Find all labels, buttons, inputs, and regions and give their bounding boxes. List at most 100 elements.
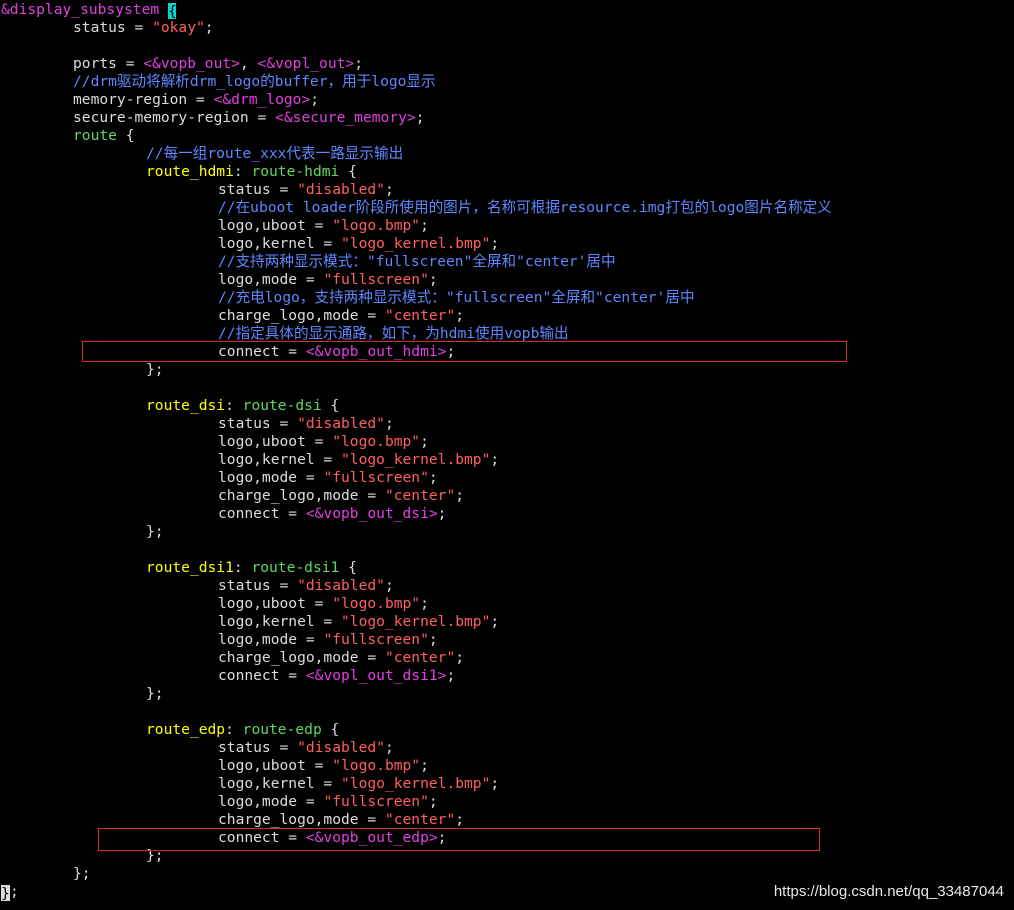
code-line: logo,kernel = "logo_kernel.bmp";	[0, 613, 499, 631]
code-token-norm: logo,uboot =	[218, 757, 333, 774]
code-token-norm: ;	[455, 811, 465, 828]
code-token-norm: ;	[428, 271, 438, 288]
code-token-label: route_dsi	[146, 397, 226, 414]
code-line: charge_logo,mode = "center";	[0, 811, 464, 829]
code-line: status = "disabled";	[0, 415, 394, 433]
code-line: status = "okay";	[0, 19, 214, 37]
code-token-norm: };	[146, 685, 164, 702]
code-token-str: "logo_kernel.bmp"	[341, 451, 491, 468]
code-line: logo,kernel = "logo_kernel.bmp";	[0, 451, 499, 469]
code-line: logo,kernel = "logo_kernel.bmp";	[0, 235, 499, 253]
code-line: route {	[0, 127, 135, 145]
code-line: charge_logo,mode = "center";	[0, 649, 464, 667]
code-token-norm: logo,kernel =	[218, 235, 342, 252]
code-token-ref: <&secure_memory>	[275, 109, 416, 126]
code-token-norm: {	[116, 127, 135, 144]
code-token-str: "disabled"	[297, 415, 385, 432]
code-line: //支持两种显示模式："fullscreen"全屏和"center'居中	[0, 253, 616, 271]
code-token-norm: ;	[384, 739, 394, 756]
code-token-str: "logo.bmp"	[332, 757, 421, 774]
code-token-norm: ;	[384, 181, 394, 198]
code-line: logo,kernel = "logo_kernel.bmp";	[0, 775, 499, 793]
code-line: route_dsi1: route-dsi1 {	[0, 559, 357, 577]
code-token-label: route_hdmi	[146, 163, 234, 180]
code-editor[interactable]: &display_subsystem {status = "okay"; port…	[0, 0, 1014, 910]
code-line: &display_subsystem {	[0, 1, 177, 20]
code-token-norm: :	[225, 721, 243, 738]
code-token-norm: ;	[490, 451, 500, 468]
code-token-norm: ;	[490, 775, 500, 792]
code-line: logo,mode = "fullscreen";	[0, 793, 438, 811]
code-token-norm: ;	[384, 577, 394, 594]
code-token-ref: <&drm_logo>	[213, 91, 311, 108]
code-token-str: "disabled"	[297, 577, 385, 594]
code-token-norm: ;	[420, 433, 429, 450]
code-token-norm: status =	[218, 739, 298, 756]
code-token-norm: status =	[218, 577, 298, 594]
code-token-norm: ;	[490, 613, 500, 630]
code-token-norm: status =	[218, 415, 298, 432]
code-token-norm: ;	[428, 793, 438, 810]
code-token-norm: ;	[420, 217, 429, 234]
code-token-norm: logo,mode =	[218, 631, 324, 648]
code-token-str: "fullscreen"	[323, 793, 429, 810]
code-token-ref: <&vopl_out_dsi1>	[305, 667, 447, 684]
text-cursor: }	[1, 885, 10, 902]
code-line: logo,uboot = "logo.bmp";	[0, 757, 429, 775]
code-token-norm: };	[146, 361, 164, 378]
code-token-str: "disabled"	[297, 181, 385, 198]
code-token-norm: {	[339, 559, 357, 576]
code-token-norm: charge_logo,mode =	[218, 649, 385, 666]
code-token-norm: secure-memory-region =	[73, 109, 276, 126]
code-token-norm: ;	[415, 109, 425, 126]
code-token-norm: logo,mode =	[218, 469, 324, 486]
code-line: //drm驱动将解析drm_logo的buffer，用于logo显示	[0, 73, 436, 91]
code-token-norm: ;	[428, 631, 438, 648]
code-line: secure-memory-region = <&secure_memory>;	[0, 109, 424, 127]
code-line: };	[0, 883, 19, 902]
code-token-norm: :	[233, 559, 252, 576]
code-token-norm: :	[225, 397, 243, 414]
code-line: //每一组route_xxx代表一路显示输出	[0, 145, 403, 163]
code-token-str: "center"	[384, 487, 456, 504]
code-token-norm: ;	[354, 55, 363, 72]
code-token-kw: route-edp	[242, 721, 322, 738]
text-cursor: {	[167, 3, 177, 20]
code-token-norm: ;	[384, 415, 394, 432]
code-token-norm: logo,kernel =	[218, 613, 342, 630]
code-token-str: "center"	[384, 307, 456, 324]
code-token-norm: charge_logo,mode =	[218, 307, 385, 324]
code-token-norm: ;	[490, 235, 500, 252]
code-line: logo,uboot = "logo.bmp";	[0, 595, 429, 613]
code-line: };	[0, 685, 164, 703]
code-token-kw: route-hdmi	[251, 163, 340, 180]
code-token-norm: {	[339, 163, 357, 180]
code-token-norm: ;	[428, 469, 438, 486]
code-token-norm: };	[146, 523, 164, 540]
code-line: };	[0, 361, 164, 379]
code-line: };	[0, 865, 91, 883]
code-token-str: "logo.bmp"	[332, 595, 421, 612]
code-token-norm: {	[321, 397, 340, 414]
code-token-str: "logo_kernel.bmp"	[341, 775, 491, 792]
code-token-norm: ,	[239, 55, 258, 72]
code-token-str: "logo_kernel.bmp"	[341, 613, 491, 630]
code-token-norm: logo,kernel =	[218, 775, 342, 792]
code-line: route_edp: route-edp {	[0, 721, 339, 739]
code-token-cmt: //支持两种显示模式："fullscreen"全屏和"center'居中	[218, 253, 616, 270]
code-token-norm: ;	[455, 487, 465, 504]
code-line: //充电logo，支持两种显示模式："fullscreen"全屏和"center…	[0, 289, 695, 307]
code-token-norm: connect =	[218, 667, 306, 684]
code-token-norm: logo,uboot =	[218, 217, 333, 234]
code-token-str: "okay"	[152, 19, 205, 36]
code-token-ref: <&vopb_out_dsi>	[305, 505, 438, 522]
code-token-ref: <&vopl_out>	[257, 55, 355, 72]
code-token-norm: ;	[455, 307, 465, 324]
code-token-norm: status =	[218, 181, 298, 198]
code-token-label: route_edp	[146, 721, 226, 738]
code-line: status = "disabled";	[0, 181, 394, 199]
code-line: ports = <&vopb_out>, <&vopl_out>;	[0, 55, 363, 73]
code-token-str: "center"	[384, 811, 456, 828]
